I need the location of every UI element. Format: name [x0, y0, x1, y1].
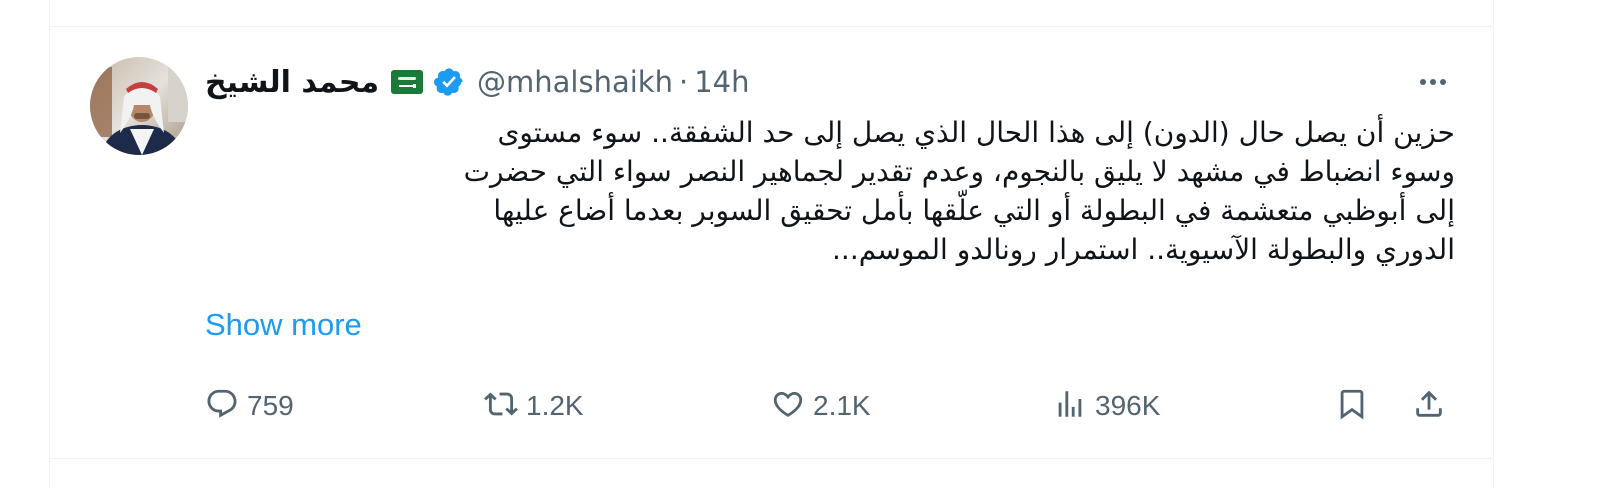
separator-dot: ·: [678, 65, 689, 99]
tweet-text-line: إلى أبوظبي متعشمة في البطولة أو التي علّ…: [493, 194, 1455, 227]
like-button[interactable]: 2.1K: [771, 385, 871, 427]
verified-badge-icon[interactable]: [433, 66, 465, 98]
display-name[interactable]: محمد الشيخ: [205, 65, 379, 100]
bottom-divider: [50, 458, 1493, 459]
tweet-text-line: حزين أن يصل حال (الدون) إلى هذا الحال ال…: [497, 116, 1455, 149]
views-icon: [1053, 387, 1087, 425]
saudi-flag-icon: [391, 70, 424, 94]
reply-count: 759: [247, 390, 294, 421]
timestamp[interactable]: 14h: [694, 65, 749, 99]
reply-button[interactable]: 759: [205, 385, 294, 427]
views-button[interactable]: 396K: [1053, 385, 1160, 427]
reply-icon: [205, 387, 239, 425]
avatar[interactable]: [90, 57, 188, 155]
tweet-text: حزين أن يصل حال (الدون) إلى هذا الحال ال…: [205, 113, 1455, 269]
more-options-icon[interactable]: [1413, 72, 1453, 92]
heart-icon: [771, 387, 805, 425]
bookmark-button[interactable]: [1335, 385, 1369, 427]
tweet-article[interactable]: محمد الشيخ @mhalshaikh · 14h حزين أن يصل…: [49, 0, 1494, 488]
show-more-link[interactable]: Show more: [205, 307, 362, 343]
top-divider: [50, 26, 1493, 27]
tweet-text-line: الدوري والبطولة الآسيوية.. استمرار رونال…: [832, 233, 1455, 266]
author-handle[interactable]: @mhalshaikh: [477, 65, 673, 99]
retweet-button[interactable]: 1.2K: [484, 385, 584, 427]
like-count: 2.1K: [813, 390, 871, 421]
bookmark-icon: [1335, 387, 1369, 425]
tweet-text-line: وسوء انضباط في مشهد لا يليق بالنجوم، وعد…: [463, 155, 1455, 188]
share-icon: [1412, 387, 1446, 425]
share-button[interactable]: [1412, 385, 1446, 427]
views-count: 396K: [1095, 390, 1161, 421]
tweet-header: محمد الشيخ @mhalshaikh · 14h: [205, 58, 749, 106]
retweet-icon: [484, 387, 518, 425]
tweet-actions: 759 1.2K 2.1K 396K: [50, 385, 1493, 427]
retweet-count: 1.2K: [526, 390, 584, 421]
